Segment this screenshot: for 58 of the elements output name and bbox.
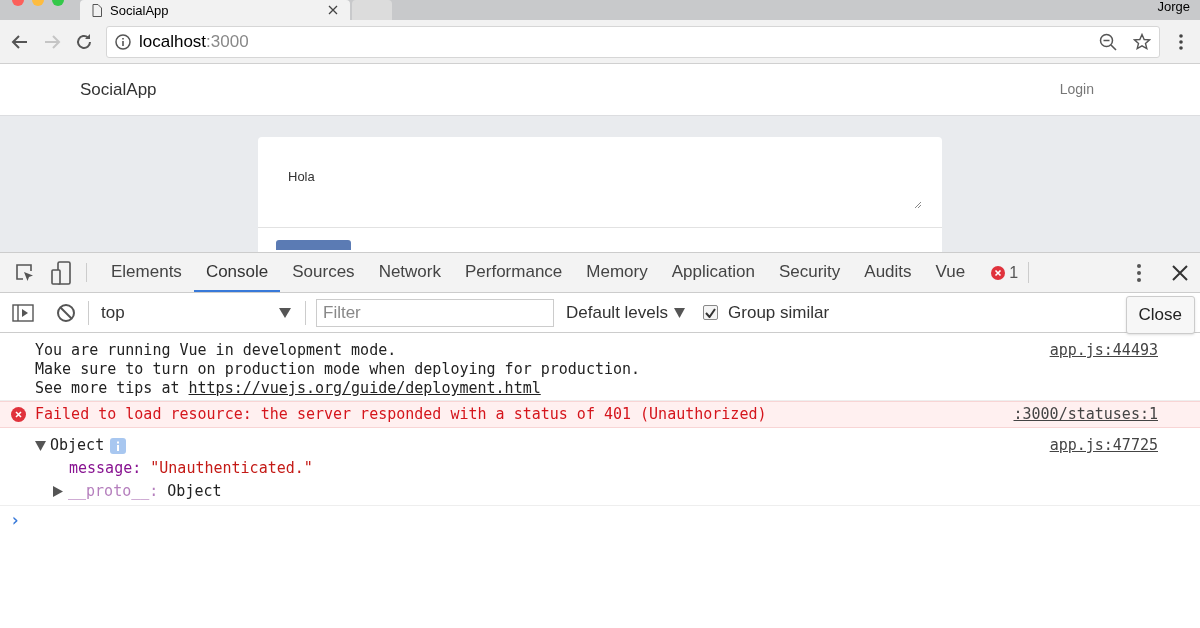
log-message: See more tips at https://vuejs.org/guide/deployment.html — [35, 379, 542, 398]
checkmark-icon — [705, 307, 717, 318]
more-icon[interactable] — [1136, 262, 1142, 283]
address-bar[interactable]: localhost:3000 — [106, 25, 1160, 58]
devtools-tab[interactable]: Application — [659, 253, 767, 292]
error-counter[interactable]: 1 — [991, 253, 1019, 292]
error-icon — [11, 407, 26, 422]
close-icon[interactable] — [328, 5, 338, 15]
error-text: Failed to load resource: the server responded with a status of 401 (Unauthorized) — [35, 404, 768, 426]
object-label: Object — [50, 435, 105, 456]
clear-console-icon[interactable] — [56, 302, 76, 323]
devtools-tab[interactable]: Elements — [99, 253, 194, 292]
error-icon — [991, 265, 1006, 280]
source-link[interactable]: :3000/statuses:1 — [1013, 403, 1158, 426]
info-icon — [115, 33, 131, 50]
devtools-tab[interactable]: Sources — [280, 253, 367, 292]
devtools-tab[interactable]: Vue — [923, 253, 978, 292]
field-value: Hola — [288, 169, 315, 184]
devtools-tab[interactable]: Performance — [453, 253, 575, 292]
levels-dropdown[interactable]: Default levels — [566, 299, 686, 326]
source-link[interactable]: app.js:47725 — [1049, 434, 1158, 503]
devtools-tab[interactable]: Network — [366, 253, 453, 292]
group-similar-checkbox[interactable]: Group similar — [703, 299, 830, 326]
dropdown-caret-icon — [674, 307, 686, 318]
dropdown-caret-icon — [279, 307, 291, 318]
object-property: __proto__: Object — [68, 481, 222, 502]
brand-name[interactable]: SocialApp — [80, 76, 157, 103]
inspect-icon[interactable] — [14, 261, 36, 284]
tooltip: Close — [1125, 296, 1195, 334]
filter-field[interactable]: Filter — [316, 298, 554, 327]
resize-grip-icon — [914, 201, 922, 209]
tab-title: SocialApp — [110, 3, 170, 17]
log-message: You are running Vue in development mode. — [35, 341, 398, 360]
object-property: message: "Unauthenticated." — [69, 458, 313, 479]
address-text: localhost:3000 — [139, 30, 249, 53]
zoom-out-icon[interactable] — [1099, 32, 1117, 51]
docs-link[interactable]: https://vuejs.org/guide/deployment.html — [188, 379, 541, 397]
context-selector[interactable]: top — [101, 299, 291, 326]
menu-icon[interactable] — [1178, 32, 1184, 51]
log-message: Make sure to turn on production mode when deploying for production. — [35, 360, 642, 379]
login-link[interactable]: Login — [1059, 79, 1094, 100]
close-icon[interactable] — [1172, 264, 1188, 281]
devtools-tab[interactable]: Memory — [574, 253, 660, 292]
error-count: 1 — [1009, 262, 1019, 283]
collapsed-triangle-icon[interactable] — [53, 486, 63, 497]
devtools-tab[interactable]: Audits — [852, 253, 924, 292]
browser-tab[interactable]: SocialApp — [80, 0, 350, 20]
source-link[interactable]: app.js:44493 — [1049, 341, 1158, 398]
device-toolbar-icon[interactable] — [50, 260, 74, 285]
devtools-tab[interactable]: Security — [766, 253, 853, 292]
star-icon[interactable] — [1133, 32, 1151, 51]
post-field[interactable]: Hola — [258, 137, 942, 228]
sidebar-toggle-icon[interactable] — [12, 303, 34, 322]
prompt-caret[interactable]: › — [10, 510, 21, 530]
profile-name[interactable]: Jorge — [1157, 0, 1200, 13]
info-icon — [110, 437, 127, 454]
expanded-triangle-icon[interactable] — [35, 440, 46, 451]
document-icon — [92, 3, 102, 17]
